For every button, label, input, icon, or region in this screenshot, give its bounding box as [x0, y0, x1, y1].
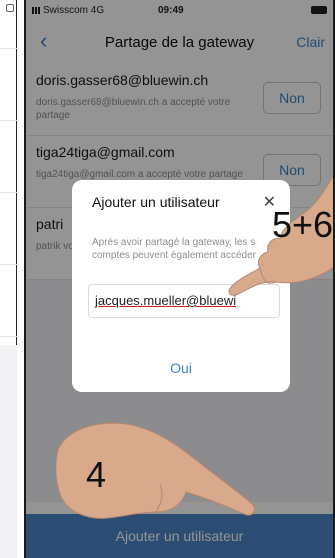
- pointing-hand-top: [228, 175, 333, 296]
- divider: [0, 192, 17, 193]
- dialog-title: Ajouter un utilisateur: [92, 194, 220, 210]
- adjacent-screen-strip: [0, 0, 17, 558]
- battery-icon: [6, 4, 14, 12]
- step-label-top: 5+6: [272, 204, 334, 245]
- phone-screen: Swisscom 4G 09:49 ‹ Partage de la gatewa…: [24, 0, 335, 558]
- background-panel: [0, 345, 17, 558]
- divider: [0, 120, 17, 121]
- email-field-value: jacques.mueller@bluewi: [95, 293, 237, 308]
- confirm-button[interactable]: Oui: [72, 360, 290, 376]
- divider: [0, 264, 17, 265]
- divider: [0, 48, 17, 49]
- step-label-bottom: 4: [86, 454, 107, 495]
- divider: [0, 336, 17, 337]
